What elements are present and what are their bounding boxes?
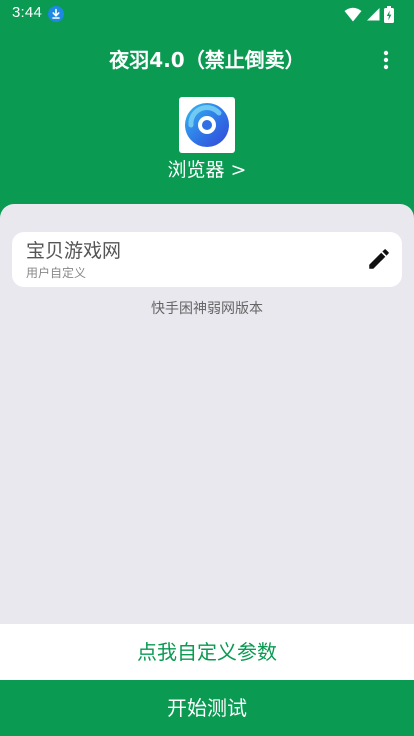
game-subtitle: 用户自定义 <box>26 266 87 280</box>
game-card[interactable]: 宝贝游戏网 用户自定义 <box>12 232 402 287</box>
edit-pencil-icon[interactable] <box>366 246 392 272</box>
start-test-button[interactable]: 开始测试 <box>0 680 414 736</box>
browser-icon <box>185 103 229 147</box>
browser-selector-icon[interactable] <box>179 97 235 153</box>
more-vert-icon[interactable] <box>374 48 398 72</box>
status-icons <box>344 5 394 23</box>
game-name: 宝贝游戏网 <box>26 240 122 262</box>
app-title: 夜羽4.0（禁止倒卖） <box>109 48 305 72</box>
content-panel: 宝贝游戏网 用户自定义 快手困神弱网版本 <box>0 204 414 624</box>
wifi-icon <box>344 7 362 21</box>
download-icon <box>48 6 64 22</box>
version-text: 快手困神弱网版本 <box>151 301 263 317</box>
battery-charging-icon <box>384 5 394 23</box>
signal-icon <box>367 8 380 21</box>
status-bar: 3:44 <box>0 0 414 28</box>
custom-params-button[interactable]: 点我自定义参数 <box>0 624 414 680</box>
status-time: 3:44 <box>12 4 42 21</box>
browser-label[interactable]: 浏览器 > <box>0 156 414 184</box>
